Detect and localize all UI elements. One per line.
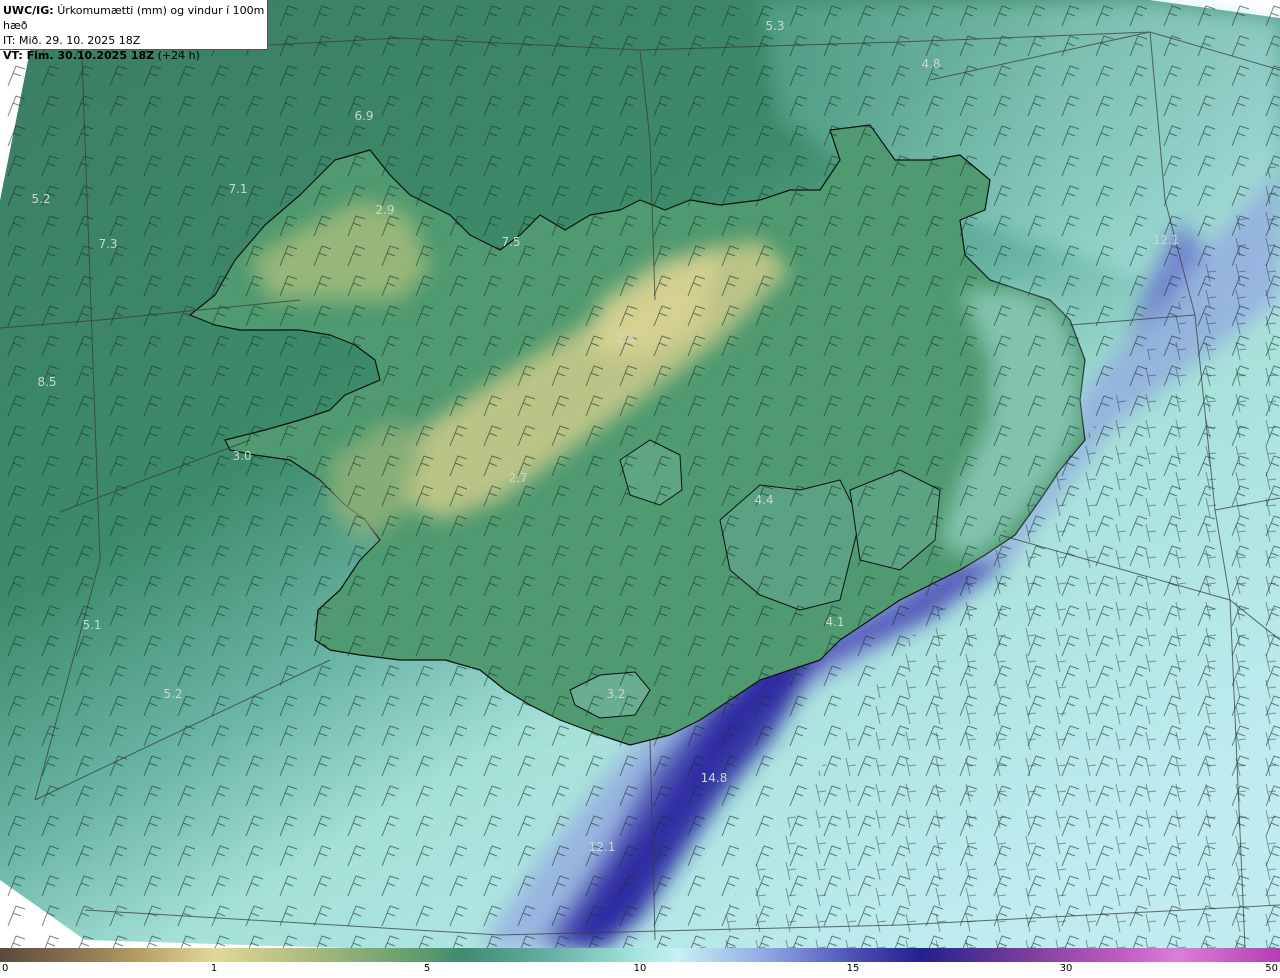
product-title: UWC/IG: Úrkomumætti (mm) og vindur í 100… [3,3,267,33]
colorbar-tick: 1 [210,963,218,974]
colorbar-tick: 10 [633,963,647,974]
map-value: 7.3 [98,237,117,251]
map-value: 5.2 [163,687,182,701]
colorbar-tick: 50 [1265,963,1278,974]
map-value: 5.2 [31,192,50,206]
map-value: 5.1 [82,618,101,632]
map-value: 14.8 [701,771,728,785]
precipitation-map: 5.3 4.8 6.9 7.1 5.2 7.3 2.9 7.5 12.1 2.8… [0,0,1280,948]
lead-time: (+24 h) [157,49,200,62]
valid-time: VT: Fim. 30.10.2025 18Z [3,49,155,62]
map-value: 8.5 [37,375,56,389]
valid-time-row: VT: Fim. 30.10.2025 18Z (+24 h) [3,48,267,63]
colorbar-legend: 0 1 5 10 15 30 50 [0,948,1280,978]
map-value: 2.9 [375,203,394,217]
map-value: 6.9 [354,109,373,123]
colorbar-tick: 0 [2,963,9,974]
map-value: 4.8 [921,57,940,71]
map-value: 2.7 [508,471,527,485]
map-value: 5.3 [765,19,784,33]
map-value: 12.1 [1153,233,1180,247]
map-value: 3.0 [232,449,251,463]
forecast-info-box: UWC/IG: Úrkomumætti (mm) og vindur í 100… [0,0,268,62]
map-value: 4.4 [754,493,773,507]
map-value: 7.5 [501,235,520,249]
product-code: UWC/IG: [3,4,54,17]
colorbar-tick: 5 [423,963,431,974]
map-value: 3.2 [606,687,625,701]
init-time: IT: Mið. 29. 10. 2025 18Z [3,34,141,47]
map-value: 12.1 [589,840,616,854]
map-value: 4.1 [825,615,844,629]
colorbar-tick: 15 [846,963,860,974]
map-value: 2.8 [615,331,634,345]
colorbar [0,948,1280,962]
colorbar-tick: 30 [1059,963,1073,974]
map-value: 7.1 [228,182,247,196]
